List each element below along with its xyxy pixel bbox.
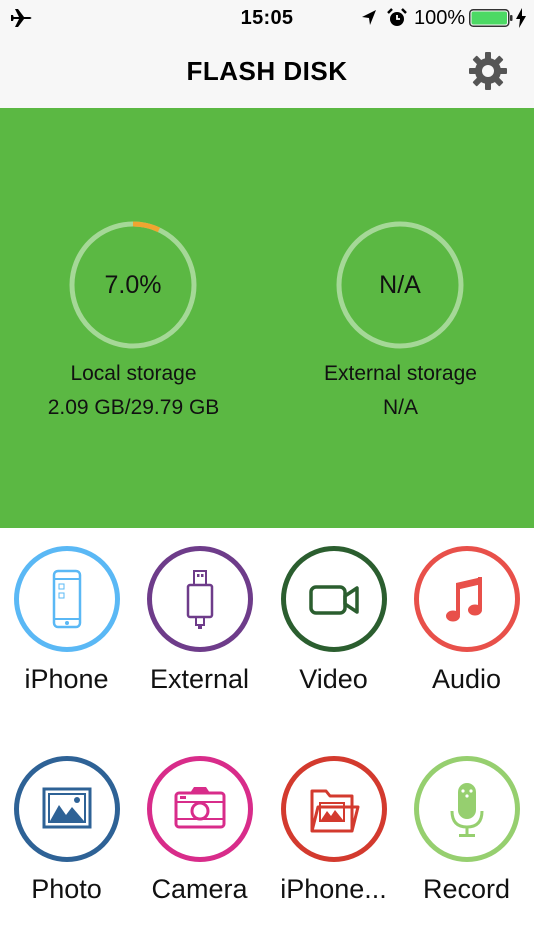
charging-bolt-icon [516,8,526,28]
settings-button[interactable] [467,50,509,92]
app-title: FLASH DISK [186,56,348,86]
iphone-tile-circle [14,546,120,652]
tile-video[interactable]: Video [267,546,400,746]
photo-icon [42,787,92,829]
tile-camera[interactable]: Camera [133,756,266,950]
external-storage-percent: N/A [379,271,421,299]
tile-label: iPhone [24,664,109,694]
storage-panel: 7.0% N/A Local storage 2.09 GB/29.79 GB … [0,108,534,528]
usb-drive-icon [186,570,214,629]
video-tile-circle [281,546,387,652]
external-storage-ring[interactable]: N/A [335,220,465,350]
battery-icon [469,9,513,27]
local-storage-percent: 7.0% [104,271,162,299]
camera-icon [174,787,226,829]
camera-tile-circle [147,756,253,862]
tile-iphone[interactable]: iPhone [0,546,133,746]
tile-external[interactable]: External [133,546,266,746]
folder-photo-icon [310,789,360,833]
tile-label: Photo [31,874,102,904]
battery-percent: 100% [414,7,466,29]
local-storage-value: 2.09 GB/29.79 GB [47,396,220,419]
tile-label: Video [299,664,368,694]
alarm-clock-icon [387,8,407,26]
nav-bar: FLASH DISK [0,36,534,108]
photo-tile-circle [14,756,120,862]
tile-label: iPhone... [280,874,387,904]
video-camera-icon [309,585,359,615]
tile-label: Camera [151,874,248,904]
local-storage-ring[interactable]: 7.0% [68,220,198,350]
status-bar: 15:05 100% [0,0,534,36]
iphone-album-tile-circle [281,756,387,862]
external-tile-circle [147,546,253,652]
microphone-icon [450,783,484,837]
local-storage-label: Local storage [70,362,197,385]
tile-label: Audio [431,664,502,694]
gear-icon [469,52,507,90]
tile-label: External [149,664,250,694]
tile-label: Record [422,874,511,904]
tile-audio[interactable]: Audio [400,546,533,746]
tile-photo[interactable]: Photo [0,756,133,950]
record-tile-circle [414,756,520,862]
external-storage-value: N/A [382,396,418,419]
music-note-icon [446,577,482,622]
tile-iphone-album[interactable]: iPhone... [267,756,400,950]
location-arrow-icon [362,10,376,25]
tile-record[interactable]: Record [400,756,533,950]
iphone-icon [52,569,82,629]
audio-tile-circle [414,546,520,652]
external-storage-label: External storage [324,362,477,385]
